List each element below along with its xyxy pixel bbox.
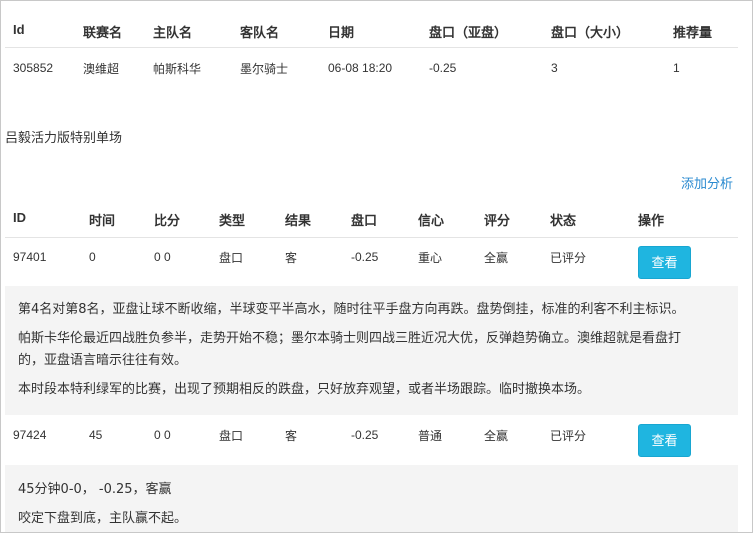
- page-frame: Id 联赛名 主队名 客队名 日期 盘口（亚盘） 盘口（大小） 推荐量 3058…: [0, 0, 753, 533]
- match-recommend-count: 1: [673, 61, 680, 75]
- analysis-note: 的，亚盘语言暗示往往有效。: [18, 353, 188, 368]
- analysis-id: 97401: [13, 250, 47, 264]
- analysis-notes: 第4名对第8名，亚盘让球不断收缩，半球变平半高水，随时往平手盘方向再跌。盘势倒挂…: [5, 286, 738, 415]
- col-header-home-team: 主队名: [153, 26, 193, 41]
- analysis-header-action: 操作: [638, 214, 665, 229]
- col-header-away-team: 客队名: [240, 26, 280, 41]
- analysis-type: 盘口: [219, 251, 244, 265]
- analysis-header-handicap: 盘口: [351, 214, 378, 229]
- analysis-header-confidence: 信心: [418, 214, 445, 229]
- analysis-handicap: -0.25: [351, 250, 379, 264]
- analysis-header-type: 类型: [219, 214, 246, 229]
- view-button[interactable]: 查看: [638, 246, 691, 279]
- analysis-header-time: 时间: [89, 214, 116, 229]
- match-handicap-ou: 3: [551, 61, 558, 75]
- col-header-recommend-count: 推荐量: [673, 26, 713, 41]
- analysis-note: 帕斯卡华伦最近四战胜负参半，走势开始不稳；墨尔本骑士则四战三胜近况大优，反弹趋势…: [18, 331, 682, 346]
- match-home-team: 帕斯科华: [153, 62, 202, 76]
- analysis-id: 97424: [13, 428, 47, 442]
- analysis-header-score: 比分: [154, 214, 181, 229]
- add-analysis-link[interactable]: 添加分析: [681, 173, 733, 192]
- analysis-result: 客: [285, 251, 298, 265]
- section-title: 吕毅活力版特别单场: [5, 131, 123, 146]
- analysis-note: 咬定下盘到底，主队赢不起。: [18, 511, 188, 526]
- match-handicap-asian: -0.25: [429, 61, 457, 75]
- analysis-header-divider: [5, 237, 738, 238]
- analysis-note: 本时段本特利绿军的比赛，出现了预期相反的跌盘，只好放弃观望，或者半场跟踪。临时撤…: [18, 382, 591, 397]
- analysis-confidence: 普通: [418, 429, 443, 443]
- analysis-type: 盘口: [219, 429, 244, 443]
- view-button[interactable]: 查看: [638, 424, 691, 457]
- col-header-league: 联赛名: [83, 26, 123, 41]
- col-header-date: 日期: [328, 26, 355, 41]
- analysis-time: 45: [89, 428, 103, 442]
- analysis-handicap: -0.25: [351, 428, 379, 442]
- match-date: 06-08 18:20: [328, 61, 393, 75]
- analysis-score: 0 0: [154, 428, 171, 442]
- analysis-time: 0: [89, 250, 96, 264]
- analysis-rating: 全赢: [484, 251, 509, 265]
- analysis-note: 第4名对第8名，亚盘让球不断收缩，半球变平半高水，随时往平手盘方向再跌。盘势倒挂…: [18, 302, 685, 317]
- analysis-result: 客: [285, 429, 298, 443]
- match-league: 澳维超: [83, 62, 120, 76]
- analysis-confidence: 重心: [418, 251, 443, 265]
- analysis-header-status: 状态: [550, 214, 577, 229]
- analysis-note: 45分钟0-0， -0.25，客赢: [18, 482, 172, 497]
- match-away-team: 墨尔骑士: [240, 62, 289, 76]
- analysis-notes: 45分钟0-0， -0.25，客赢 咬定下盘到底，主队赢不起。: [5, 465, 738, 532]
- col-header-id: Id: [13, 22, 25, 37]
- analysis-status: 已评分: [550, 251, 587, 265]
- analysis-header-rating: 评分: [484, 214, 511, 229]
- analysis-score: 0 0: [154, 250, 171, 264]
- col-header-handicap-asian: 盘口（亚盘）: [429, 26, 508, 41]
- analysis-header-id: ID: [13, 210, 26, 225]
- header-divider: [5, 47, 738, 48]
- analysis-header-result: 结果: [285, 214, 312, 229]
- analysis-rating: 全赢: [484, 429, 509, 443]
- match-id: 305852: [13, 61, 54, 75]
- analysis-status: 已评分: [550, 429, 587, 443]
- col-header-handicap-ou: 盘口（大小）: [551, 26, 630, 41]
